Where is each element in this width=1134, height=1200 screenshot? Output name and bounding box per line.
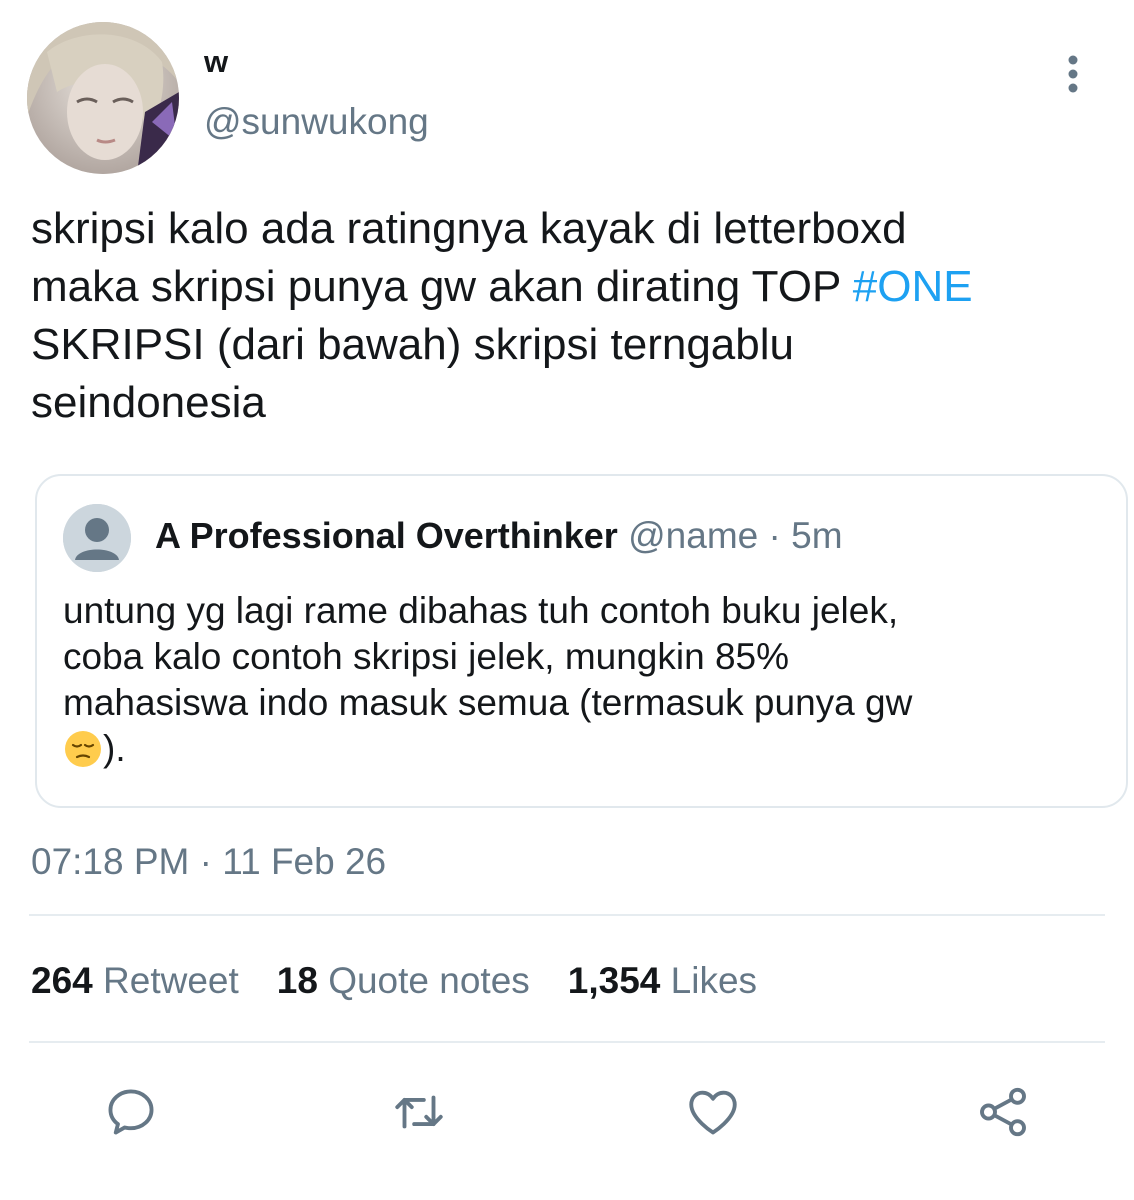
reply-button[interactable]	[101, 1082, 161, 1142]
author-display-name[interactable]: w	[204, 42, 228, 82]
author-handle[interactable]: @sunwukong	[204, 100, 429, 144]
share-icon	[980, 1087, 1026, 1137]
quoted-tweet-card[interactable]: A Professional Overthinker @name · 5m un…	[35, 474, 1128, 808]
retweet-count-stat[interactable]: 264 Retweet	[31, 958, 239, 1004]
like-count-stat[interactable]: 1,354 Likes	[568, 958, 757, 1004]
quoted-author-handle[interactable]: @name	[628, 515, 758, 556]
like-button[interactable]	[683, 1082, 743, 1142]
pensive-face-emoji-icon	[63, 729, 103, 769]
author-avatar[interactable]	[27, 22, 179, 174]
quoted-text-line: mahasiswa indo masuk semua (termasuk pun…	[63, 682, 913, 723]
retweet-button[interactable]	[389, 1082, 449, 1142]
tweet-stats: 264 Retweet 18 Quote notes 1,354 Likes	[31, 958, 757, 1004]
retweet-count: 264	[31, 960, 93, 1001]
default-user-icon	[63, 504, 131, 572]
meta-separator: ·	[758, 515, 792, 556]
quote-count-stat[interactable]: 18 Quote notes	[277, 958, 530, 1004]
tweet-text-tail: SKRIPSI (dari bawah) skripsi terngablu s…	[31, 320, 794, 427]
quoted-text-line-last: ).	[63, 726, 1113, 772]
quoted-time: 5m	[791, 515, 843, 556]
avatar-photo-icon	[27, 22, 179, 174]
like-label: Likes	[670, 960, 758, 1001]
divider	[29, 914, 1105, 916]
share-button[interactable]	[973, 1082, 1033, 1142]
retweet-label: Retweet	[103, 960, 239, 1001]
like-icon	[689, 1090, 737, 1135]
tweet-text-line: skripsi kalo ada ratingnya kayak di lett…	[31, 204, 907, 253]
tweet-text-line: maka skripsi punya gw akan dirating TOP	[31, 262, 853, 311]
more-options-icon[interactable]	[1055, 52, 1091, 96]
quote-label: Quote notes	[328, 960, 530, 1001]
quoted-text: untung yg lagi rame dibahas tuh contoh b…	[63, 588, 1113, 772]
quoted-author-avatar[interactable]	[63, 504, 131, 572]
quote-count: 18	[276, 960, 318, 1001]
quoted-text-line: coba kalo contoh skripsi jelek, mungkin …	[63, 636, 789, 677]
tweet-text: skripsi kalo ada ratingnya kayak di lett…	[31, 200, 1131, 432]
quoted-header: A Professional Overthinker @name · 5m	[155, 514, 843, 558]
like-count: 1,354	[567, 960, 661, 1001]
quoted-text-line: untung yg lagi rame dibahas tuh contoh b…	[63, 590, 899, 631]
tweet-detail: w @sunwukong skripsi kalo ada ratingnya …	[0, 0, 1134, 1200]
tweet-timestamp[interactable]: 07:18 PM · 11 Feb 26	[31, 840, 386, 884]
divider	[29, 1041, 1105, 1043]
hashtag-link[interactable]: #ONE	[853, 262, 973, 311]
quoted-text-suffix: ).	[103, 728, 126, 769]
quoted-author-name[interactable]: A Professional Overthinker	[155, 515, 618, 556]
retweet-icon	[395, 1095, 443, 1129]
reply-icon	[108, 1089, 154, 1135]
